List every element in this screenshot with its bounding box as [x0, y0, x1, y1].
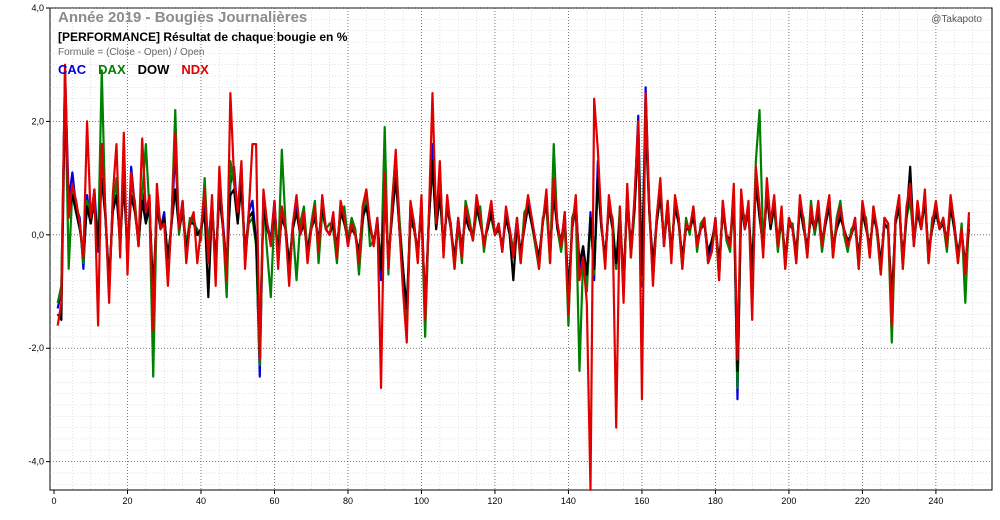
x-tick-label: 0 [51, 496, 56, 506]
watermark: @Takapoto [931, 14, 982, 25]
legend: CAC DAX DOW NDX [58, 62, 209, 77]
y-tick-label: -4,0 [28, 457, 44, 467]
y-tick-label: 0,0 [31, 230, 44, 240]
x-tick-label: 60 [269, 496, 279, 506]
formula-note: Formule = (Close - Open) / Open [58, 47, 205, 58]
legend-dax: DAX [98, 62, 126, 77]
performance-line-chart: 0 20 40 60 80 100 120 140 160 180 200 220 240 -4,0 -2,… [28, 3, 993, 506]
x-tick-label: 220 [855, 496, 870, 506]
legend-dow: DOW [137, 62, 170, 77]
x-tick-label: 80 [343, 496, 353, 506]
x-tick-label: 180 [708, 496, 723, 506]
x-tick-label: 240 [928, 496, 943, 506]
y-tick-label: -2,0 [28, 343, 44, 353]
chart-title: Année 2019 - Bougies Journalières [58, 9, 308, 26]
x-tick-label: 140 [561, 496, 576, 506]
x-tick-label: 100 [414, 496, 429, 506]
y-tick-label: 2,0 [31, 116, 44, 126]
x-tick-label: 120 [487, 496, 502, 506]
x-tick-label: 160 [634, 496, 649, 506]
x-tick-label: 20 [122, 496, 132, 506]
legend-ndx: NDX [181, 62, 209, 77]
y-tick-label: 4,0 [31, 3, 44, 13]
chart-subtitle: [PERFORMANCE] Résultat de chaque bougie … [58, 30, 348, 44]
x-tick-label: 40 [196, 496, 206, 506]
legend-cac: CAC [58, 62, 87, 77]
x-tick-label: 200 [781, 496, 796, 506]
